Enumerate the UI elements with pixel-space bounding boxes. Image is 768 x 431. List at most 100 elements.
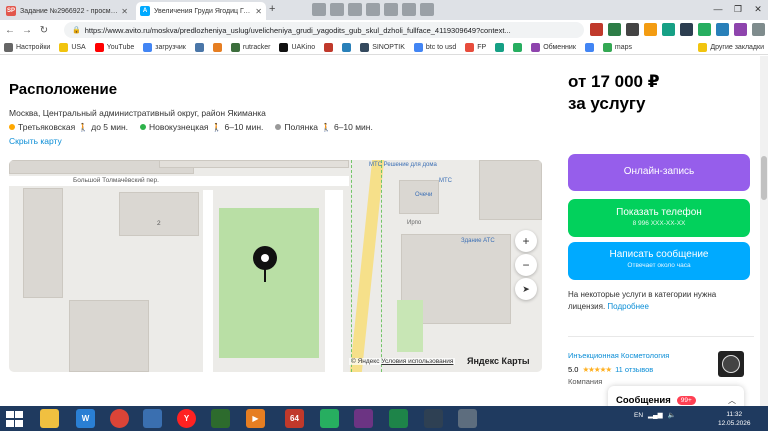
window-controls: — ❐ ✕ (708, 0, 768, 18)
map-tram-line (381, 160, 382, 372)
f-icon (212, 42, 222, 52)
zoom-in-button[interactable]: + (515, 230, 537, 252)
chrome-icon[interactable] (110, 409, 129, 428)
extension-icon[interactable] (680, 23, 693, 36)
bookmark-sinoptik[interactable]: SINOPTIK (360, 42, 405, 52)
geolocate-icon[interactable]: ➤ (515, 278, 537, 300)
app-icon[interactable] (424, 409, 443, 428)
tab-2-active[interactable]: A Увеличения Груди Ягодиц Губ Ск ✕ (136, 2, 266, 20)
bookmark-usa[interactable]: USA (59, 42, 86, 52)
bookmark-rutracker[interactable]: rutracker (230, 42, 270, 52)
extension-icon[interactable] (662, 23, 675, 36)
start-button[interactable] (5, 410, 25, 428)
extension-icon[interactable] (644, 23, 657, 36)
bookmark-pic[interactable] (495, 42, 505, 52)
close-window-icon[interactable]: ✕ (748, 0, 768, 18)
close-icon[interactable]: ✕ (121, 7, 128, 16)
bookmark-settings[interactable]: Настройки (4, 42, 50, 52)
pinned-tab-icon[interactable] (384, 3, 398, 16)
bookmark-blue[interactable] (342, 42, 352, 52)
bookmark-vk[interactable] (194, 42, 204, 52)
clock[interactable]: 11:32 12.05.2026 (718, 410, 751, 428)
folder-icon (59, 42, 69, 52)
forward-icon[interactable]: → (20, 25, 34, 36)
map-main-road (349, 160, 385, 372)
bookmark-f[interactable] (212, 42, 222, 52)
volume-icon[interactable]: 🔈 (668, 411, 676, 419)
zoom-out-button[interactable]: − (515, 254, 537, 276)
app-icon[interactable] (320, 409, 339, 428)
bookmark-green[interactable] (513, 42, 523, 52)
map-terms-link[interactable]: Условия использования (381, 358, 453, 365)
location-pin-icon[interactable] (253, 246, 277, 270)
bookmark-btc[interactable]: btc to usd (413, 42, 456, 52)
bookmark-uakino[interactable]: UAKino (279, 42, 315, 52)
tab-label: Увеличения Груди Ягодиц Губ Ск (154, 7, 253, 15)
seller-name-link[interactable]: Инъекционная Косметология (568, 351, 669, 360)
minimize-icon[interactable]: — (708, 0, 728, 18)
reviews-link[interactable]: 11 отзывов (615, 365, 653, 374)
app-icon[interactable]: W (76, 409, 95, 428)
tab-1[interactable]: SP Задание №2966922 - просмотр з ✕ (2, 2, 132, 20)
extension-icon[interactable] (626, 23, 639, 36)
pinned-tab-icon[interactable] (366, 3, 380, 16)
walk-icon: 🚶 (211, 122, 222, 132)
bookmark-maps[interactable]: maps (602, 42, 632, 52)
google-icon (584, 42, 594, 52)
extension-icon[interactable] (590, 23, 603, 36)
yandex-map[interactable]: Большой Толмачёвский пер. 2 МТС Решение … (9, 160, 542, 372)
app-icon[interactable] (458, 409, 477, 428)
yandex-maps-logo[interactable]: Яндекс Карты (467, 356, 530, 366)
page-scrollbar[interactable] (760, 56, 768, 406)
response-time: Отвечает около часа (627, 262, 691, 269)
extension-icon[interactable] (734, 23, 747, 36)
language-indicator[interactable]: EN (634, 412, 643, 419)
app-64-icon[interactable]: 64 (285, 409, 304, 428)
show-phone-button[interactable]: Показать телефон 8 996 XXX-XX-XX (568, 199, 750, 237)
media-player-icon[interactable]: ▶ (246, 409, 265, 428)
app-icon[interactable] (211, 409, 230, 428)
hide-map-link[interactable]: Скрыть карту (9, 136, 62, 146)
sinoptik-icon (360, 42, 370, 52)
back-icon[interactable]: ← (3, 25, 17, 36)
extension-icon[interactable] (716, 23, 729, 36)
app-icon[interactable] (389, 409, 408, 428)
pinned-tab-icon[interactable] (312, 3, 326, 16)
yandex-browser-icon[interactable]: Y (177, 409, 196, 428)
bookmark-youtube[interactable]: YouTube (94, 42, 134, 52)
pinned-tab-icon[interactable] (348, 3, 362, 16)
maximize-icon[interactable]: ❐ (728, 0, 748, 18)
pinned-tab-icon[interactable] (402, 3, 416, 16)
license-more-link[interactable]: Подробнее (607, 302, 649, 311)
map-road (9, 176, 349, 186)
seller-rating: 5.0 ★★★★★ 11 отзывов (568, 365, 654, 374)
write-message-button[interactable]: Написать сообщение Отвечает около часа (568, 242, 750, 280)
bookmark-loader[interactable]: загрузчик (143, 42, 186, 52)
chevron-up-icon[interactable]: ︿ (728, 395, 736, 406)
bookmark-red[interactable] (324, 42, 334, 52)
extension-icon[interactable] (698, 23, 711, 36)
map-house-number: 2 (157, 220, 161, 227)
scrollbar-thumb[interactable] (761, 156, 767, 200)
network-icon[interactable]: ▂▄▆ (648, 411, 663, 419)
pinned-tab-icon[interactable] (420, 3, 434, 16)
bookmark-g[interactable] (584, 42, 594, 52)
map-building (119, 192, 199, 236)
reload-icon[interactable]: ↻ (37, 25, 51, 36)
messages-widget[interactable]: Сообщения 99+ ︿ (608, 386, 744, 406)
bookmark-fp[interactable]: FP (465, 42, 486, 52)
file-explorer-icon[interactable] (40, 409, 59, 428)
pinned-tab-icon[interactable] (330, 3, 344, 16)
other-bookmarks[interactable]: Другие закладки (698, 43, 764, 52)
map-poi: МТС (439, 178, 452, 184)
extension-icon[interactable] (608, 23, 621, 36)
url-input[interactable]: 🔒 https://www.avito.ru/moskva/predlozhen… (64, 22, 584, 38)
profile-icon[interactable] (752, 23, 765, 36)
app-icon[interactable] (354, 409, 373, 428)
close-icon[interactable]: ✕ (255, 7, 262, 16)
app-icon[interactable] (143, 409, 162, 428)
online-booking-button[interactable]: Онлайн-запись (568, 154, 750, 191)
seller-avatar[interactable] (718, 351, 744, 377)
bookmark-exchange[interactable]: Обменник (531, 42, 576, 52)
new-tab-button[interactable]: + (269, 3, 275, 15)
